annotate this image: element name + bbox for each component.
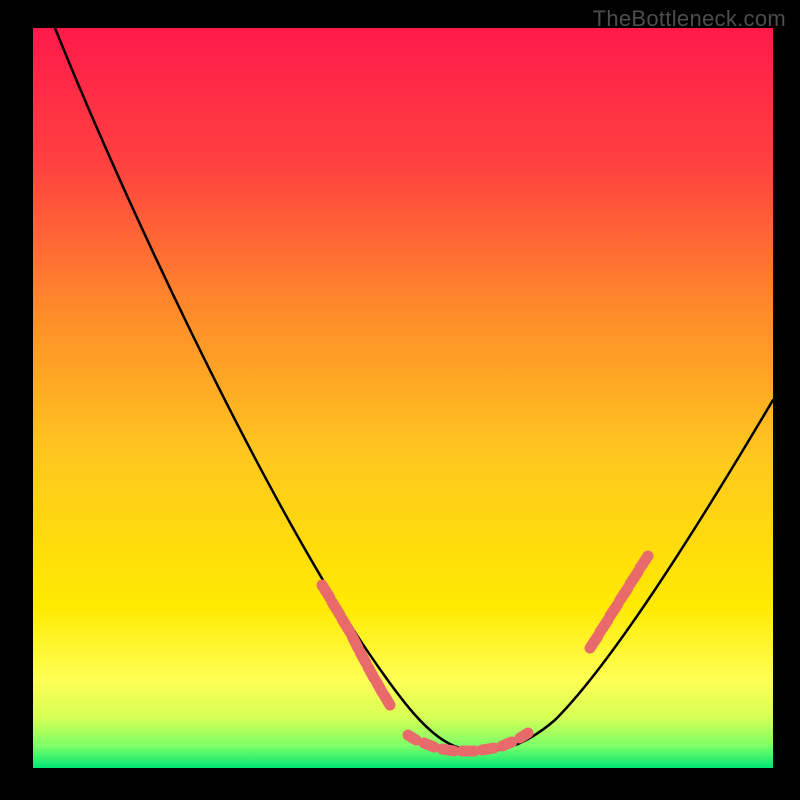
plot-gradient bbox=[33, 28, 773, 768]
chart-svg bbox=[0, 0, 800, 800]
chart-stage: TheBottleneck.com bbox=[0, 0, 800, 800]
watermark-text: TheBottleneck.com bbox=[593, 6, 786, 32]
